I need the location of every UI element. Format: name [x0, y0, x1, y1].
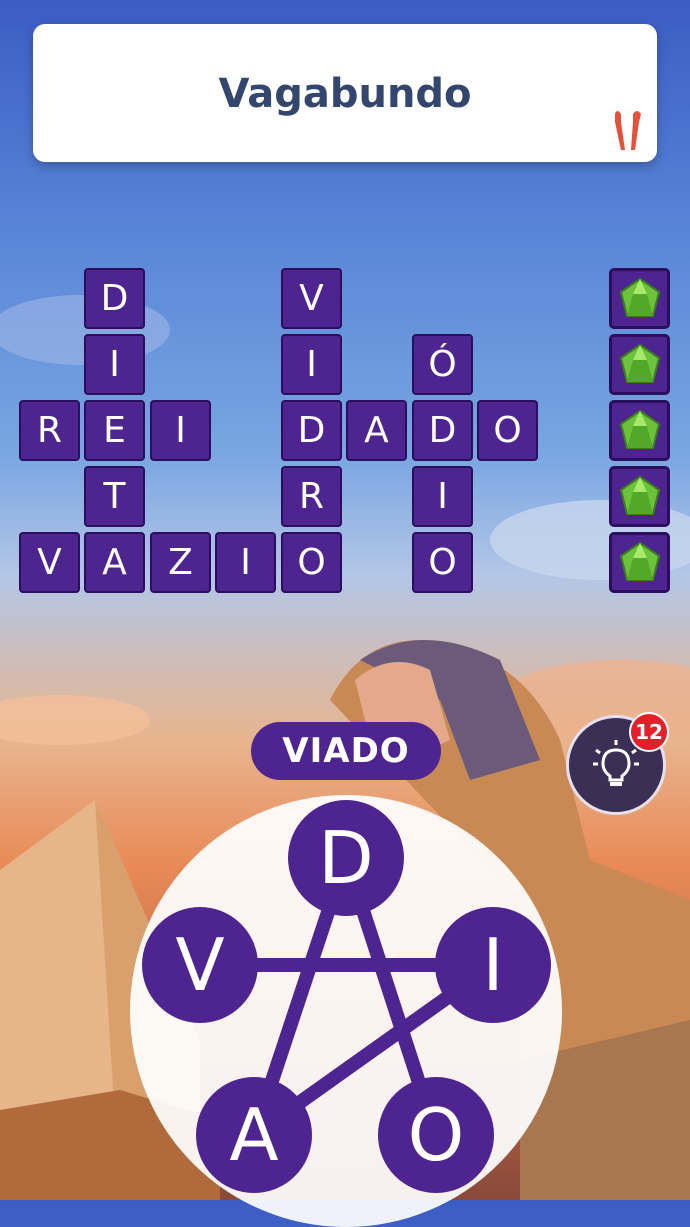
wheel-letter-i[interactable]: I: [435, 907, 551, 1023]
wheel-letter-v[interactable]: V: [142, 907, 258, 1023]
swipe-path: [193, 851, 500, 1142]
wheel-letter-o[interactable]: O: [378, 1077, 494, 1193]
wheel-letter-d[interactable]: D: [288, 800, 404, 916]
wheel-letter-a[interactable]: A: [196, 1077, 312, 1193]
